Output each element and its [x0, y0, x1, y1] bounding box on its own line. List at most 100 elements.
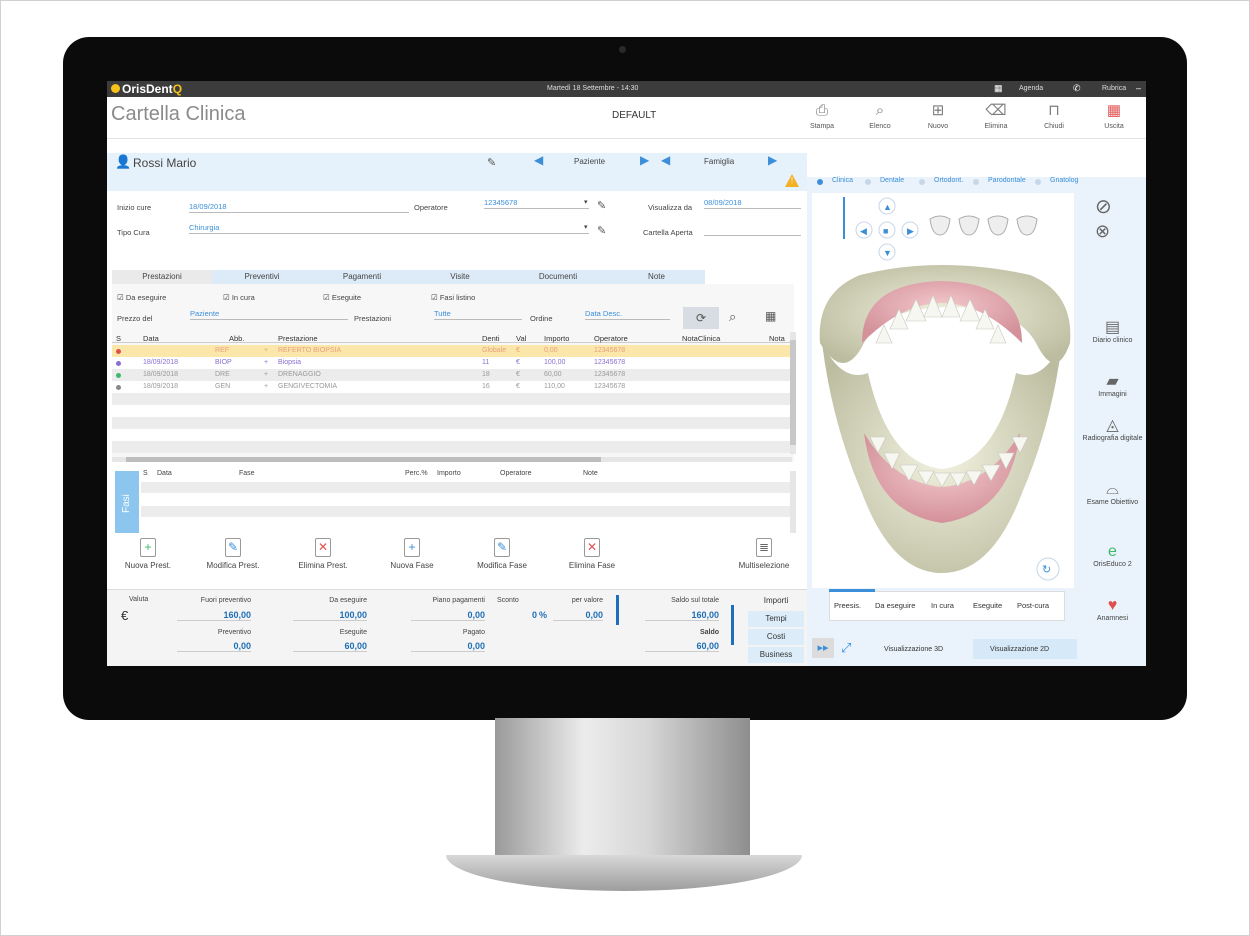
- tab-documenti[interactable]: Documenti: [508, 270, 608, 284]
- vertical-scrollbar[interactable]: [790, 332, 796, 454]
- modifica-prest-button[interactable]: ✎ Modifica Prest.: [198, 538, 268, 570]
- anamnesi-button[interactable]: ♥ Anamnesi: [1079, 597, 1146, 622]
- operatore-select[interactable]: 12345678: [484, 198, 589, 209]
- modifica-fasebutton[interactable]: ✎ Modifica Fase: [467, 538, 537, 570]
- elimina-button[interactable]: ⌫ Elimina: [971, 101, 1021, 130]
- chiudi-button[interactable]: ⊓ Chiudi: [1029, 101, 1079, 130]
- prev-family-icon[interactable]: ◀: [661, 153, 670, 167]
- elimina-fasebutton[interactable]: ✕ Elimina Fase: [557, 538, 627, 570]
- agenda-link[interactable]: Agenda: [1019, 85, 1043, 92]
- tipo-cura-select[interactable]: Chirurgia: [189, 223, 589, 234]
- subtab-in-cura[interactable]: In cura: [931, 601, 954, 610]
- inizio-cure-field[interactable]: 18/09/2018: [189, 202, 409, 213]
- minimize-icon[interactable]: –: [1136, 83, 1141, 93]
- table-row[interactable]: [112, 381, 792, 393]
- tab-visite[interactable]: Visite: [412, 270, 508, 284]
- phone-icon[interactable]: ✆: [1073, 83, 1081, 94]
- prestazioni-select[interactable]: Tutte: [434, 309, 522, 320]
- nuova-prest-button[interactable]: + Nuova Prest.: [113, 538, 183, 570]
- tab-business[interactable]: Business: [748, 647, 804, 663]
- column-header[interactable]: Data: [143, 334, 159, 343]
- immagini-button[interactable]: ▰ Immagini: [1079, 371, 1146, 398]
- fasi-column-header[interactable]: Fase: [239, 470, 255, 477]
- fasi-tab[interactable]: Fasi: [115, 471, 139, 533]
- radio-dot[interactable]: [817, 179, 823, 185]
- tab-preventivi[interactable]: Preventivi: [212, 270, 312, 284]
- diario-clinico-button[interactable]: ▤ Diario clinico: [1079, 317, 1146, 344]
- expand-icon[interactable]: +: [264, 369, 268, 381]
- elenco-button[interactable]: ⌕ Elenco: [855, 101, 905, 130]
- tab-pagamenti[interactable]: Pagamenti: [312, 270, 412, 284]
- tab-costi[interactable]: Costi: [748, 629, 804, 645]
- tooth-tool-icon[interactable]: ⊗: [1095, 221, 1110, 242]
- table-row[interactable]: [112, 357, 792, 369]
- per-valore-value[interactable]: 0,00: [553, 610, 603, 621]
- table-row[interactable]: [112, 345, 792, 357]
- uscita-button[interactable]: ▦ Uscita: [1089, 101, 1139, 130]
- chevron-down-icon[interactable]: ▾: [584, 198, 588, 206]
- column-header[interactable]: Operatore: [594, 334, 628, 343]
- tooth-brush-icon[interactable]: ⊘: [1095, 194, 1112, 219]
- view-3d-tab[interactable]: Visualizzazione 3D: [884, 646, 943, 653]
- forward-icon[interactable]: ▸▸: [812, 638, 834, 658]
- view-tab-clinica[interactable]: Clinica: [832, 177, 853, 184]
- elimina-prest-button[interactable]: ✕ Elimina Prest.: [288, 538, 358, 570]
- next-patient-icon[interactable]: ▶: [640, 153, 649, 167]
- radio-dot[interactable]: [1035, 179, 1041, 185]
- fasi-scrollbar[interactable]: [790, 471, 796, 533]
- nuovo-button[interactable]: ⊞ Nuovo: [913, 101, 963, 130]
- column-header[interactable]: NotaClinica: [682, 334, 720, 343]
- column-header[interactable]: Abb.: [229, 334, 244, 343]
- eseguite-checkbox[interactable]: ☑ Eseguite: [323, 293, 361, 302]
- esame-obiettivo-button[interactable]: ⌓ Esame Obiettivo: [1079, 481, 1146, 506]
- table-row[interactable]: [112, 369, 792, 381]
- column-header[interactable]: Nota: [769, 334, 785, 343]
- view-tab-ortodont[interactable]: Ortodont.: [934, 177, 963, 184]
- view-tab-parodontale[interactable]: Parodontale: [988, 177, 1026, 184]
- calendar-icon[interactable]: ▦: [994, 83, 1003, 94]
- subtab-post-cura[interactable]: Post-cura: [1017, 601, 1049, 610]
- zoom-icon[interactable]: ⌕: [729, 309, 736, 325]
- radio-dot[interactable]: [919, 179, 925, 185]
- calendar-filter-icon[interactable]: ▦: [765, 309, 776, 323]
- fullscreen-icon[interactable]: ⤢: [841, 640, 851, 656]
- edit-icon[interactable]: ✎: [487, 156, 496, 169]
- stampa-button[interactable]: ⎙ Stampa: [797, 101, 847, 130]
- view-tab-dentale[interactable]: Dentale: [880, 177, 904, 184]
- fasi-column-header[interactable]: Data: [157, 470, 172, 477]
- nuova-fasebutton[interactable]: + Nuova Fase: [377, 538, 447, 570]
- expand-icon[interactable]: +: [264, 345, 268, 357]
- column-header[interactable]: Prestazione: [278, 334, 318, 343]
- fasi-column-header[interactable]: Importo: [437, 470, 461, 477]
- column-header[interactable]: Val: [516, 334, 526, 343]
- fasi-column-header[interactable]: S: [143, 470, 148, 477]
- ordine-select[interactable]: Data Desc.: [585, 309, 670, 320]
- fasi-column-header[interactable]: Perc.%: [405, 470, 428, 477]
- radio-dot[interactable]: [865, 179, 871, 185]
- visualizza-field[interactable]: 08/09/2018: [704, 198, 801, 209]
- expand-icon[interactable]: +: [264, 381, 268, 393]
- radiografia-digitale-button[interactable]: ◬ Radiografia digitale: [1079, 415, 1146, 442]
- refresh-icon[interactable]: ⟳: [683, 307, 719, 329]
- rubrica-link[interactable]: Rubrica: [1102, 85, 1126, 92]
- sconto-value[interactable]: 0: [497, 610, 537, 620]
- prev-patient-icon[interactable]: ◀: [534, 153, 543, 167]
- tab-prestazioni[interactable]: Prestazioni: [112, 270, 212, 284]
- edit-operatore-icon[interactable]: ✎: [597, 199, 606, 212]
- expand-icon[interactable]: +: [264, 357, 268, 369]
- oriseduco-2-button[interactable]: e OrisEduco 2: [1079, 543, 1146, 568]
- subtab-da-eseguire[interactable]: Da eseguire: [875, 601, 915, 610]
- tab-note[interactable]: Note: [608, 270, 705, 284]
- fasi-column-header[interactable]: Note: [583, 470, 598, 477]
- chevron-down-icon[interactable]: ▾: [584, 223, 588, 231]
- jaw-3d-view[interactable]: ▲ ◀ ■ ▶ ▼ ↻: [812, 193, 1074, 588]
- view-tab-gnatolog[interactable]: Gnatolog.: [1050, 177, 1080, 184]
- subtab-preesis-[interactable]: Preesis.: [834, 601, 861, 610]
- column-header[interactable]: S: [116, 334, 121, 343]
- multiselezionebutton[interactable]: ≣ Multiselezione: [729, 538, 799, 570]
- cartella-aperta-field[interactable]: [704, 225, 801, 236]
- column-header[interactable]: Denti: [482, 334, 500, 343]
- fasi-listino-checkbox[interactable]: ☑ Fasi listino: [431, 293, 475, 302]
- view-2d-tab[interactable]: Visualizzazione 2D: [990, 646, 1049, 653]
- da-eseguire-checkbox[interactable]: ☑ Da eseguire: [117, 293, 166, 302]
